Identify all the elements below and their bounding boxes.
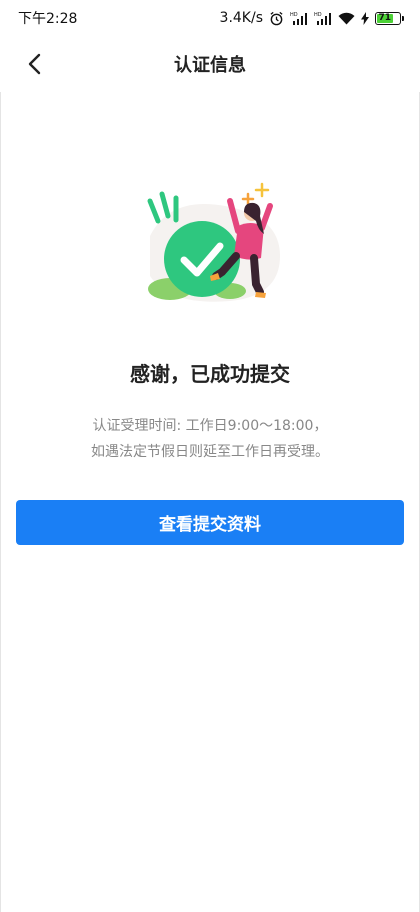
page-title: 认证信息 — [174, 55, 246, 76]
back-button[interactable] — [14, 44, 54, 84]
alarm-icon — [269, 11, 284, 26]
nav-bar: 认证信息 — [0, 36, 420, 92]
battery-level: 71 — [377, 12, 393, 23]
wifi-icon — [338, 12, 355, 25]
signal-hd-icon: HD — [290, 11, 308, 25]
holiday-notice-line: 如遇法定节假日则延至工作日再受理。 — [91, 444, 329, 460]
status-time: 下午2:28 — [18, 11, 78, 27]
left-border — [0, 92, 1, 912]
status-bar: 下午2:28 3.4K/s HD HD 71 — [0, 0, 420, 36]
success-headline: 感谢，已成功提交 — [130, 362, 290, 386]
view-submission-button[interactable]: 查看提交资料 — [16, 500, 404, 545]
svg-text:HD: HD — [314, 12, 322, 18]
status-icons: 3.4K/s HD HD 71 — [220, 10, 404, 26]
chevron-left-icon — [28, 53, 41, 75]
review-hours-notice: 认证受理时间: 工作日9:00～18:00， 如遇法定节假日则延至工作日再受理。 — [0, 413, 420, 465]
battery-indicator: 71 — [375, 11, 404, 25]
network-speed: 3.4K/s — [219, 10, 263, 26]
success-illustration — [130, 176, 300, 316]
signal-hd-icon: HD — [314, 11, 332, 25]
svg-text:HD: HD — [290, 12, 298, 18]
review-hours-line: 认证受理时间: 工作日9:00～18:00， — [92, 418, 328, 434]
charging-icon — [361, 11, 369, 25]
